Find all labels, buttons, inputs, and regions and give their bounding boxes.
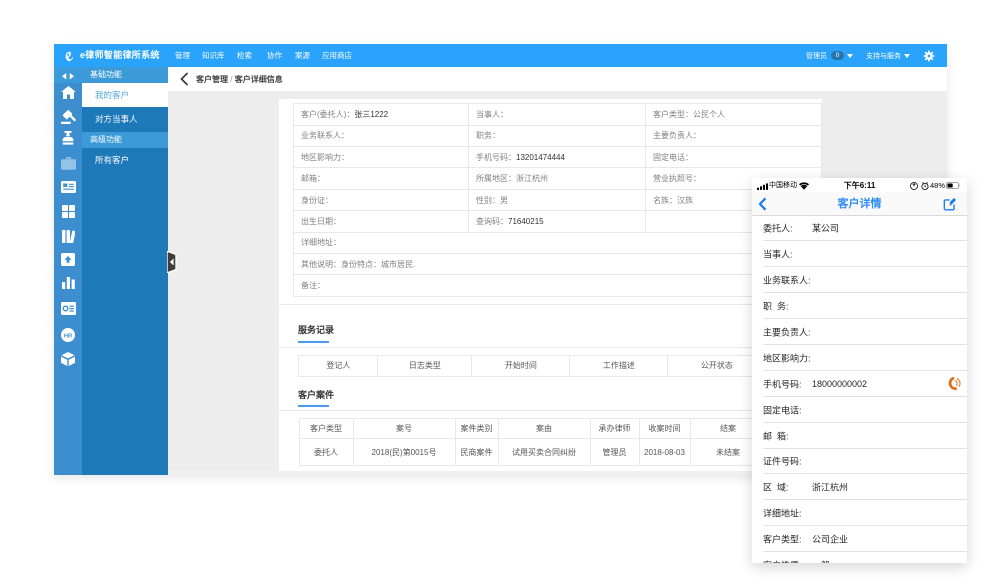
- svg-text:HR: HR: [64, 333, 73, 339]
